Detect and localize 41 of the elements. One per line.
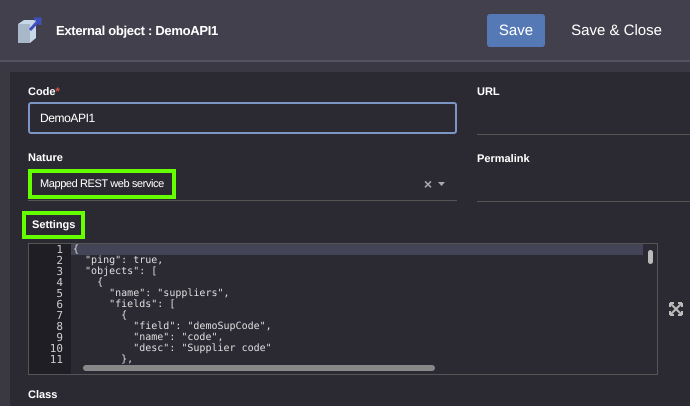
line-number: 11 (48, 354, 64, 365)
code-line: "fields": [ (108, 299, 176, 310)
code-line: "name": "code", (132, 332, 224, 343)
line-number: 6 (55, 299, 64, 310)
scrollbar-thumb[interactable] (648, 250, 653, 264)
field-label: URL (477, 86, 501, 100)
field-label: Nature (28, 152, 64, 166)
code-line: "objects": [ (84, 266, 158, 277)
code-line: { (120, 310, 128, 321)
clear-icon[interactable]: × (424, 176, 432, 192)
code-line: "ping": true, (84, 255, 164, 266)
code-line: }, (120, 354, 134, 365)
caret-icon[interactable] (438, 182, 445, 186)
line-number: 1 (55, 244, 64, 255)
line-number: 2 (55, 255, 64, 266)
scrollbar-thumb[interactable] (83, 365, 435, 371)
field-label: Permalink (477, 153, 531, 167)
line-number: 3 (55, 266, 64, 277)
line-number: 8 (55, 321, 64, 332)
line-number: 7 (55, 310, 64, 321)
line-number: 4 (55, 277, 64, 288)
code-line: "name": "suppliers", (108, 288, 231, 299)
line-number: 9 (56, 332, 64, 343)
code-input[interactable]: DemoAPI1 (28, 102, 457, 134)
code-line: { (96, 277, 104, 288)
field-label: Code* (28, 86, 61, 100)
save-button[interactable]: Save (486, 14, 546, 46)
expand-icon[interactable] (669, 302, 683, 316)
window-title: External object : DemoAPI1 (56, 22, 219, 38)
code-line: "desc": "Supplier code" (132, 343, 273, 354)
code-editor[interactable]: 1 2 3 4 5 6 7 8 9 10 11 { "ping": true, "objects": [ { "name": "suppliers", "fields": [ { "field": "demoSupCode", "name": "code", "desc": "Supplier code" }, (28, 243, 658, 375)
required-mark: * (56, 86, 60, 98)
field-label: Class (28, 389, 58, 401)
select-value: Mapped REST web service (28, 169, 176, 199)
code-line: "field": "demoSupCode", (132, 321, 273, 332)
line-number: 10 (48, 343, 64, 354)
nature-select[interactable]: Mapped REST web service × (28, 168, 457, 201)
cube-icon (16, 16, 42, 44)
line-number: 5 (55, 288, 64, 299)
settings-label: Settings (22, 211, 86, 239)
save-close-button[interactable]: Save & Close (559, 14, 674, 46)
